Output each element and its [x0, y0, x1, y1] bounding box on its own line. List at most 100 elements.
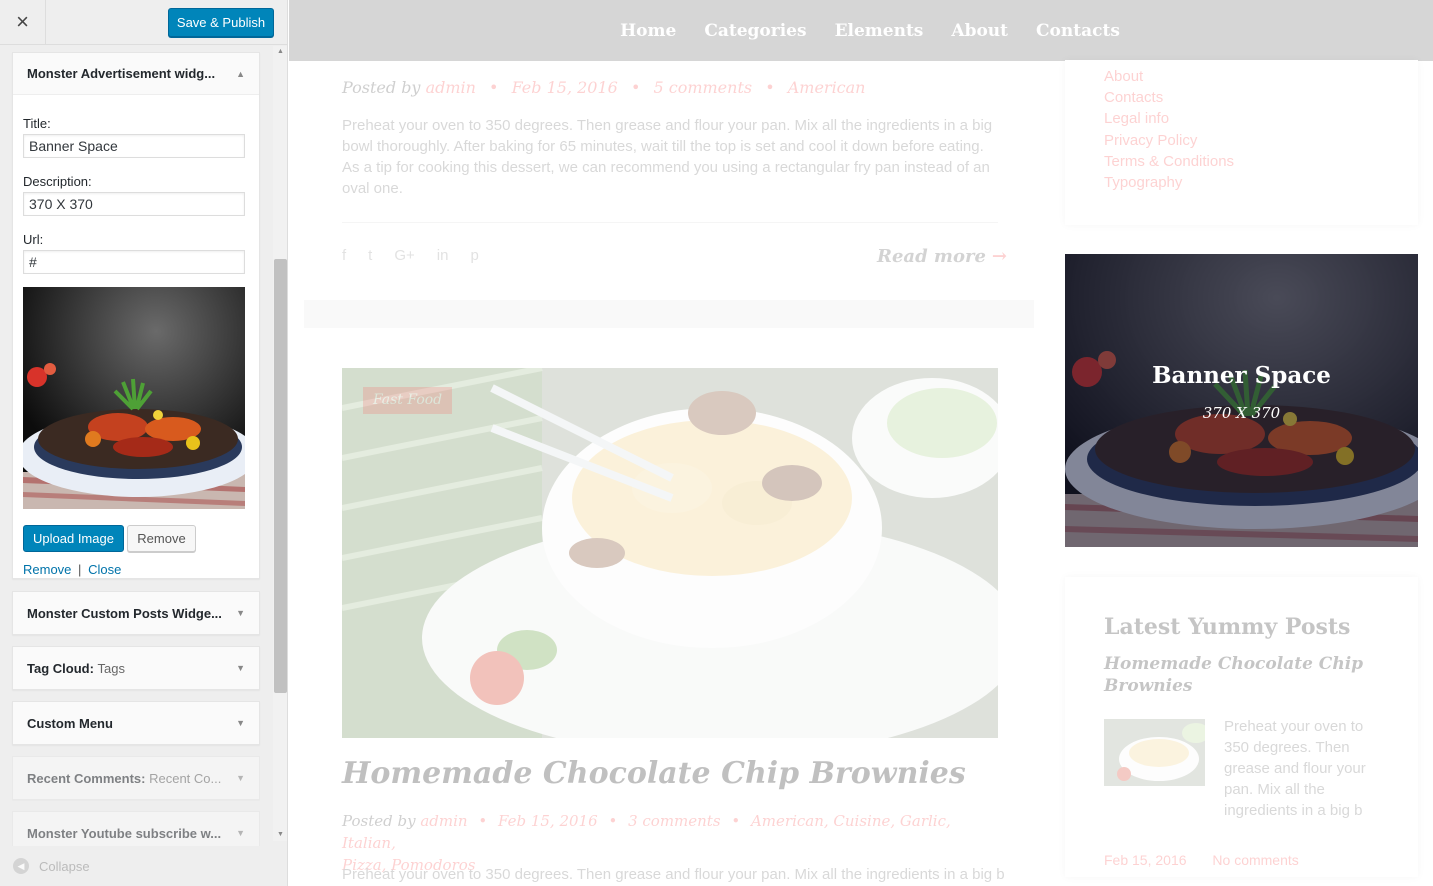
- meta-separator-icon: •: [731, 812, 741, 830]
- widget-title: Monster Custom Posts Widge...: [27, 605, 222, 621]
- banner-description: 370 X 370: [1202, 404, 1281, 422]
- remove-image-button[interactable]: Remove: [127, 525, 196, 552]
- post-comments-link[interactable]: 5 comments: [653, 78, 752, 97]
- widget-actions-separator: |: [78, 562, 82, 577]
- posted-by-label: Posted by: [342, 812, 416, 830]
- description-input[interactable]: 370 X 370: [23, 192, 245, 216]
- share-icons: f t G+ in p: [342, 247, 479, 264]
- sidebar-link-typography[interactable]: Typography: [1104, 172, 1234, 193]
- site-navbar: Home Categories Elements About Contacts: [289, 0, 1433, 61]
- custom-menu-widget[interactable]: Custom Menu ▼: [12, 701, 260, 745]
- scrollbar-thumb[interactable]: [274, 259, 287, 693]
- title-label: Title:: [23, 116, 51, 131]
- expand-arrow-icon[interactable]: ▼: [236, 773, 245, 783]
- advertisement-widget-header[interactable]: Monster Advertisement widg... ▲: [13, 53, 259, 95]
- meta-separator-icon: •: [478, 812, 488, 830]
- custom-posts-widget[interactable]: Monster Custom Posts Widge... ▼: [12, 591, 260, 635]
- expand-arrow-icon[interactable]: ▼: [236, 608, 245, 618]
- close-customizer-button[interactable]: ×: [0, 0, 46, 45]
- tag-cloud-widget[interactable]: Tag Cloud: Tags ▼: [12, 646, 260, 690]
- post-date[interactable]: Feb 15, 2016: [498, 812, 598, 830]
- site-preview: Home Categories Elements About Contacts …: [289, 0, 1433, 886]
- url-input[interactable]: #: [23, 250, 245, 274]
- widget-title: Tag Cloud:: [27, 660, 94, 676]
- banner-overlay: [1065, 254, 1418, 547]
- collapse-panel-button[interactable]: ◀ Collapse: [0, 846, 287, 886]
- post-1-meta: Posted by admin • Feb 15, 2016 • 5 comme…: [342, 78, 865, 97]
- widget-subtitle: Tags: [97, 660, 126, 676]
- post-1-excerpt: Preheat your oven to 350 degrees. Then g…: [342, 117, 993, 197]
- post-author-link[interactable]: admin: [426, 78, 476, 97]
- post-author-link[interactable]: admin: [420, 812, 467, 830]
- latest-post-excerpt: Preheat your oven to 350 degrees. Then g…: [1224, 718, 1366, 819]
- advert-image-preview: [23, 287, 245, 509]
- meta-separator-icon: •: [765, 78, 775, 97]
- close-widget-link[interactable]: Close: [88, 562, 121, 577]
- widget-subtitle: Recent Co...: [149, 770, 222, 786]
- facebook-icon[interactable]: f: [342, 247, 346, 264]
- sidebar-link-about[interactable]: About: [1104, 66, 1234, 87]
- meta-separator-icon: •: [608, 812, 618, 830]
- scroll-up-arrow-icon[interactable]: ▲: [273, 46, 287, 58]
- sidebar-links: About Contacts Legal info Privacy Policy…: [1104, 66, 1234, 193]
- widget-list: Monster Advertisement widg... ▲ Title: B…: [0, 46, 272, 846]
- nav-contacts[interactable]: Contacts: [1036, 21, 1120, 41]
- post-date[interactable]: Feb 15, 2016: [512, 78, 618, 97]
- sidebar-link-privacy[interactable]: Privacy Policy: [1104, 130, 1234, 151]
- remove-widget-link[interactable]: Remove: [23, 562, 71, 577]
- upload-image-button[interactable]: Upload Image: [23, 525, 124, 552]
- title-input[interactable]: Banner Space: [23, 134, 245, 158]
- widget-title: Recent Comments:: [27, 770, 146, 786]
- scroll-down-arrow-icon[interactable]: ▼: [273, 829, 287, 841]
- widget-actions: Remove | Close: [23, 562, 121, 577]
- recent-comments-widget[interactable]: Recent Comments: Recent Co... ▼: [12, 756, 260, 800]
- pinterest-icon[interactable]: p: [470, 247, 478, 264]
- nav-categories[interactable]: Categories: [704, 21, 806, 41]
- advertisement-widget-title: Monster Advertisement widg...: [27, 66, 216, 81]
- divider: [342, 222, 998, 223]
- sidebar-link-contacts[interactable]: Contacts: [1104, 87, 1234, 108]
- latest-post-date[interactable]: Feb 15, 2016: [1104, 852, 1187, 868]
- post-comments-link[interactable]: 3 comments: [628, 812, 720, 830]
- expand-arrow-icon[interactable]: ▼: [236, 718, 245, 728]
- expand-arrow-icon[interactable]: ▼: [236, 663, 245, 673]
- post-2-title[interactable]: Homemade Chocolate Chip Brownies: [342, 756, 966, 791]
- latest-posts-heading: Latest Yummy Posts: [1104, 614, 1351, 640]
- youtube-subscribe-widget[interactable]: Monster Youtube subscribe w... ▼: [12, 811, 260, 846]
- google-plus-icon[interactable]: G+: [394, 247, 414, 264]
- read-more-label: Read more: [877, 246, 986, 267]
- collapse-arrow-icon: ◀: [13, 858, 29, 874]
- panel-scrollbar[interactable]: ▲ ▼: [273, 46, 287, 841]
- widget-title: Monster Youtube subscribe w...: [27, 825, 222, 841]
- url-label: Url:: [23, 232, 44, 247]
- banner-ad[interactable]: Banner Space 370 X 370: [1065, 254, 1418, 547]
- category-badge[interactable]: Fast Food: [363, 387, 453, 414]
- advertisement-widget: Monster Advertisement widg... ▲ Title: B…: [12, 52, 260, 579]
- twitter-icon[interactable]: t: [368, 247, 372, 264]
- latest-post-meta: Feb 15, 2016 No comments: [1104, 852, 1321, 868]
- latest-post-title[interactable]: Homemade Chocolate Chip Brownies: [1104, 653, 1384, 697]
- post-separator: [304, 300, 1034, 328]
- post-2-excerpt: Preheat your oven to 350 degrees. Then g…: [342, 866, 1005, 883]
- meta-separator-icon: •: [630, 78, 641, 97]
- linkedin-icon[interactable]: in: [437, 247, 449, 264]
- read-more-link[interactable]: Read more →: [877, 246, 1007, 267]
- latest-post-thumbnail[interactable]: [1104, 719, 1205, 786]
- customizer-panel: × Save & Publish Monster Advertisement w…: [0, 0, 288, 886]
- sidebar-link-terms[interactable]: Terms & Conditions: [1104, 151, 1234, 172]
- latest-post-comments[interactable]: No comments: [1212, 852, 1298, 868]
- collapse-arrow-icon[interactable]: ▲: [236, 69, 245, 79]
- sidebar-link-legal[interactable]: Legal info: [1104, 108, 1234, 129]
- save-publish-button[interactable]: Save & Publish: [168, 8, 274, 37]
- nav-elements[interactable]: Elements: [835, 21, 924, 41]
- banner-title: Banner Space: [1152, 362, 1331, 389]
- post-category-link[interactable]: American: [788, 78, 866, 97]
- description-label: Description:: [23, 174, 92, 189]
- arrow-right-icon: →: [991, 246, 1008, 267]
- widget-title: Custom Menu: [27, 715, 113, 731]
- nav-home[interactable]: Home: [620, 21, 676, 41]
- customizer-header: × Save & Publish: [0, 0, 287, 45]
- nav-about[interactable]: About: [951, 21, 1008, 41]
- expand-arrow-icon[interactable]: ▼: [236, 828, 245, 838]
- post-2-image[interactable]: [342, 368, 998, 738]
